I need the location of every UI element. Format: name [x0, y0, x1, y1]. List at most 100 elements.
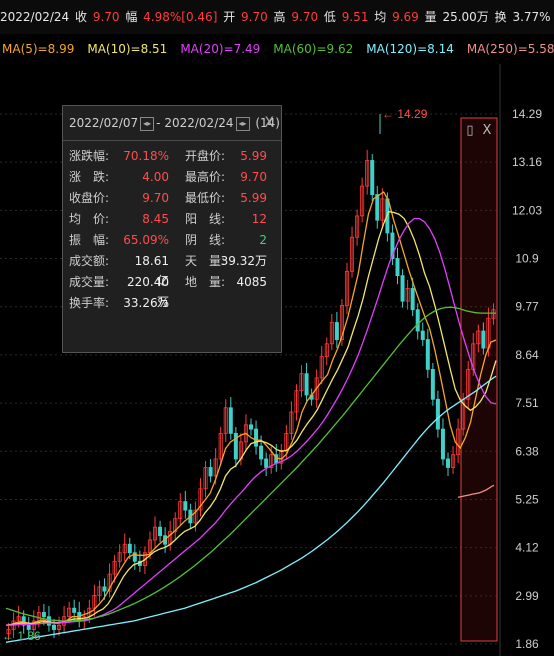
stat-label: 成交额: [69, 254, 110, 268]
stat-label: 换手率: [69, 296, 110, 310]
y-tick-label: 6.38 [515, 444, 539, 458]
header-value-2: 9.70 [241, 10, 268, 24]
y-tick-label: 8.64 [515, 348, 539, 362]
stat-value: 39.32万 [220, 254, 267, 268]
stat-value: 12 [251, 212, 267, 226]
candle-body [440, 428, 445, 460]
candle-body [481, 330, 486, 349]
stat-value: 8.45 [142, 212, 169, 226]
range-start-stepper-icon[interactable]: ◂▸ [140, 116, 155, 131]
candle-body [102, 586, 107, 592]
y-tick-label: 12.03 [512, 203, 542, 217]
ma-legend: MA(5)=8.99 MA(10)=8.51 MA(20)=7.49 MA(60)=9… [0, 34, 554, 64]
y-tick-label: 1.86 [515, 637, 539, 651]
stat-label: 振 幅: [69, 233, 110, 247]
stat-value: 18.61亿 [134, 254, 169, 288]
header-label-3: 高 [269, 10, 290, 24]
header-value-7: 3.77% [512, 10, 551, 24]
stat-value: 4.00 [142, 170, 169, 184]
ma-legend-item: MA(20)=7.49 [180, 42, 261, 56]
stat-label: 均 价: [69, 212, 110, 226]
stat-label: 涨 跌: [69, 170, 110, 184]
candle-body [375, 194, 380, 221]
max-price-label: ← 14.29 [382, 107, 428, 121]
candle-body [420, 330, 425, 340]
candle-body [400, 275, 405, 302]
candle-body [127, 543, 132, 554]
y-tick-label: 5.25 [515, 492, 539, 506]
stat-value: 65.09% [123, 233, 169, 247]
ma-legend-item: MA(120)=8.14 [366, 42, 454, 56]
header-label-6: 量 [420, 10, 441, 24]
ma-legend-item: MA(250)=5.58 [466, 42, 554, 56]
header-value-4: 9.51 [341, 10, 369, 24]
stat-value: 9.70 [240, 170, 267, 184]
candle-body [228, 407, 233, 434]
close-icon[interactable]: X [483, 123, 492, 138]
candle-body [41, 612, 46, 618]
candle-body [158, 526, 163, 537]
close-icon[interactable]: X [264, 106, 274, 140]
trash-icon[interactable]: ▯ [466, 123, 473, 138]
candle-body [51, 624, 56, 630]
y-tick-label: 2.99 [515, 589, 539, 603]
header-date: 2022/02/24 [0, 10, 73, 24]
quote-header: 2022/02/24 收 9.70 幅 4.98%[0.46] 开 9.70 高… [0, 0, 554, 34]
y-tick-label: 14.29 [512, 107, 542, 121]
header-label-7: 换 [490, 10, 511, 24]
range-separator: - [156, 116, 161, 130]
candle-body [425, 339, 430, 370]
candle-body [410, 287, 415, 311]
stat-value: 2 [259, 233, 267, 247]
candle-body [304, 373, 309, 396]
header-value-5: 9.69 [392, 10, 419, 24]
stat-value: 70.18% [123, 149, 169, 163]
ma-legend-item: MA(10)=8.51 [87, 42, 168, 56]
header-label-1: 幅 [121, 10, 142, 24]
stats-panel-header: 2022/02/07 ◂▸ - 2022/02/24 ◂▸ (14) X [63, 106, 281, 141]
range-start-date: 2022/02/07 [69, 116, 139, 130]
y-tick-label: 4.12 [515, 541, 539, 555]
stat-value: 5.99 [240, 191, 267, 205]
stat-label: 涨跌幅: [69, 149, 110, 163]
header-value-0: 9.70 [92, 10, 120, 24]
y-tick-label: 7.51 [515, 396, 539, 410]
candle-body [259, 445, 264, 460]
ma-legend-item: MA(60)=9.62 [273, 42, 354, 56]
stat-value: 9.70 [142, 191, 169, 205]
candle-body [430, 369, 435, 400]
stat-label: 成交量: [69, 275, 110, 289]
candle-body [264, 458, 269, 468]
header-value-1: 4.98%[0.46] [143, 10, 218, 24]
candle-body [208, 467, 213, 477]
candle-body [254, 428, 259, 447]
stat-value: 220.40万 [127, 275, 169, 309]
stat-value: 5.99 [240, 149, 267, 163]
candle-body [334, 322, 339, 340]
y-tick-label: 9.77 [515, 300, 539, 314]
ma-legend-item: MA(5)=8.99 [2, 42, 75, 56]
range-end-date: 2022/02/24 [164, 116, 234, 130]
stat-label: 收盘价: [69, 191, 110, 205]
candle-body [370, 160, 375, 195]
ma-line [5, 306, 496, 622]
header-value-3: 9.70 [291, 10, 319, 24]
header-label-5: 均 [370, 10, 391, 24]
interval-stats-panel: 2022/02/07 ◂▸ - 2022/02/24 ◂▸ (14) X 涨跌幅: 70… [62, 105, 282, 353]
candle-body [446, 458, 451, 468]
header-label-2: 开 [219, 10, 240, 24]
y-tick-label: 13.16 [512, 155, 542, 169]
candle-body [435, 398, 440, 430]
header-label-4: 低 [320, 10, 340, 24]
header-value-6: 25.00万 [442, 10, 489, 24]
candle-body [72, 607, 77, 613]
y-tick-label: 10.9 [515, 252, 539, 266]
stat-value: 33.26% [123, 296, 169, 310]
candle-body [395, 258, 400, 277]
header-label-0: 收 [74, 10, 91, 24]
range-end-stepper-icon[interactable]: ◂▸ [235, 116, 250, 131]
min-price-label: ← 1.86 [2, 629, 41, 643]
candle-body [248, 424, 253, 430]
candle-body [183, 501, 188, 511]
candle-body [415, 309, 420, 332]
